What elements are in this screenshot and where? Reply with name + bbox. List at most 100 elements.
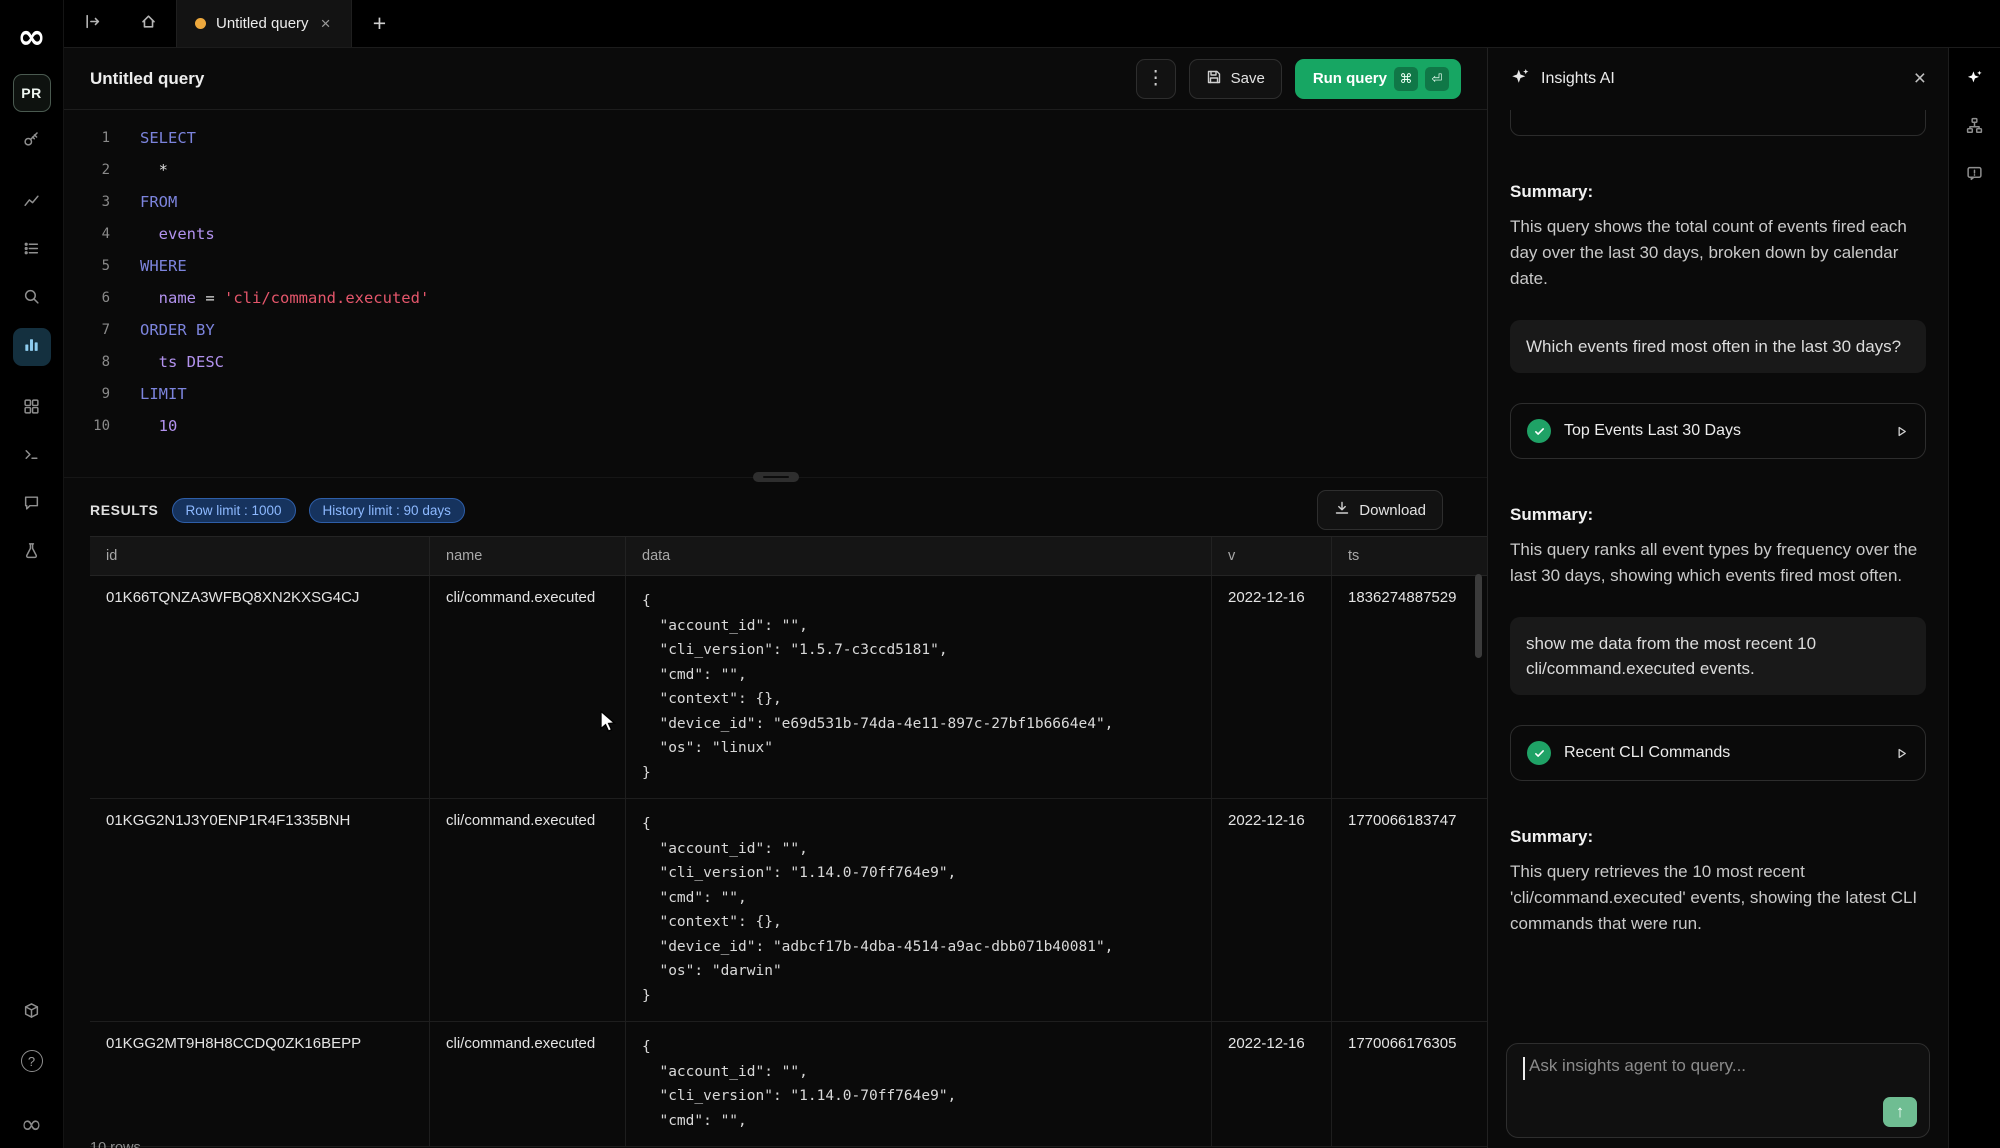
query-result-card[interactable]: Top Events Last 30 Days <box>1510 403 1926 459</box>
editor-line: 10 10 <box>64 410 1487 442</box>
sidebar-item-packages[interactable] <box>13 994 51 1032</box>
cell-id: 01KGG2N1J3Y0ENP1R4F1335BNH <box>90 799 430 1021</box>
sparkle-icon <box>1510 67 1530 92</box>
cell-name: cli/command.executed <box>430 1022 626 1146</box>
query-result-card[interactable]: Recent CLI Commands <box>1510 725 1926 781</box>
left-sidebar: ∞ PR ? <box>0 0 64 1148</box>
insights-scroll-area: Summary: This query shows the total coun… <box>1488 110 1948 1029</box>
body-row: Untitled query ⋮ Save Run query ⌘ ⏎ <box>64 48 2000 1148</box>
save-icon <box>1206 69 1222 89</box>
cell-v: 2022-12-16 <box>1212 799 1332 1021</box>
help-icon: ? <box>21 1050 43 1072</box>
editor-line: 2 * <box>64 154 1487 186</box>
sidebar-item-trends[interactable] <box>13 184 51 222</box>
column-header-name[interactable]: name <box>430 537 626 575</box>
flask-icon <box>23 542 40 564</box>
query-card-label: Recent CLI Commands <box>1564 744 1730 762</box>
row-limit-badge[interactable]: Row limit : 1000 <box>172 498 296 523</box>
tab-untitled-query[interactable]: Untitled query × <box>176 0 352 47</box>
row-count-label: 10 rows <box>90 1140 141 1148</box>
editor-results-divider <box>64 470 1487 484</box>
column-header-ts[interactable]: ts <box>1332 537 1487 575</box>
line-number: 10 <box>64 410 110 442</box>
summary-heading: Summary: <box>1510 182 1926 202</box>
sidebar-item-keys[interactable] <box>13 122 51 160</box>
play-icon[interactable] <box>1894 746 1909 761</box>
results-scrollbar[interactable] <box>1475 574 1482 658</box>
brand-logo-small-icon: ∞ <box>21 1110 43 1140</box>
unsaved-dot-icon <box>195 18 206 29</box>
schema-tree-icon <box>1966 117 1983 139</box>
package-icon <box>23 1002 40 1024</box>
sidebar-item-sql-editor[interactable] <box>13 328 51 366</box>
save-label: Save <box>1231 70 1265 87</box>
results-table: id name data v ts 01K66TQNZA3WFBQ8XN2KXS… <box>90 536 1487 1148</box>
table-header-row: id name data v ts <box>90 536 1487 576</box>
run-query-label: Run query <box>1313 70 1387 87</box>
table-row[interactable]: 01K66TQNZA3WFBQ8XN2KXSG4CJ cli/command.e… <box>90 576 1487 799</box>
sidebar-item-terminal[interactable] <box>13 438 51 476</box>
sql-editor[interactable]: 1SELECT 2 * 3FROM 4 events 5WHERE 6 name… <box>64 110 1487 470</box>
cell-v: 2022-12-16 <box>1212 576 1332 798</box>
key-icon <box>23 130 40 152</box>
sidebar-item-experiments[interactable] <box>13 534 51 572</box>
run-query-button[interactable]: Run query ⌘ ⏎ <box>1295 59 1461 99</box>
ask-agent-inputbox[interactable]: ↑ <box>1506 1043 1930 1138</box>
editor-line: 3FROM <box>64 186 1487 218</box>
save-button[interactable]: Save <box>1189 59 1282 99</box>
send-button[interactable]: ↑ <box>1883 1097 1917 1127</box>
cell-ts: 1770066183747 <box>1332 799 1487 1021</box>
column-header-v[interactable]: v <box>1212 537 1332 575</box>
cmd-key-icon: ⌘ <box>1394 67 1418 91</box>
line-number: 6 <box>64 282 110 314</box>
sidebar-item-apps[interactable] <box>13 390 51 428</box>
download-button[interactable]: Download <box>1317 490 1443 530</box>
strip-item-schema[interactable] <box>1956 109 1994 147</box>
success-check-icon <box>1527 419 1551 443</box>
column-header-id[interactable]: id <box>90 537 430 575</box>
user-message: Which events fired most often in the las… <box>1510 320 1926 373</box>
brand-logo-icon[interactable]: ∞ <box>17 0 45 74</box>
line-number: 3 <box>64 186 110 218</box>
strip-item-feedback[interactable] <box>1956 157 1994 195</box>
list-icon <box>23 240 40 262</box>
query-header: Untitled query ⋮ Save Run query ⌘ ⏎ <box>64 48 1487 110</box>
more-options-button[interactable]: ⋮ <box>1136 59 1176 99</box>
column-header-data[interactable]: data <box>626 537 1212 575</box>
app-window: ∞ PR ? <box>0 0 2000 1148</box>
results-toolbar: RESULTS Row limit : 1000 History limit :… <box>64 484 1487 536</box>
editor-line: 5WHERE <box>64 250 1487 282</box>
home-button[interactable] <box>120 0 176 47</box>
strip-item-insights-ai[interactable] <box>1956 61 1994 99</box>
table-row[interactable]: 01KGG2N1J3Y0ENP1R4F1335BNH cli/command.e… <box>90 799 1487 1022</box>
query-card-label: Top Events Last 30 Days <box>1564 422 1741 440</box>
sidebar-item-lists[interactable] <box>13 232 51 270</box>
play-icon[interactable] <box>1894 424 1909 439</box>
ask-agent-input[interactable] <box>1529 1056 1913 1076</box>
line-number: 8 <box>64 346 110 378</box>
insights-panel: Insights AI × Summary: This query shows … <box>1488 48 1948 1148</box>
summary-text: This query ranks all event types by freq… <box>1510 537 1926 589</box>
table-row[interactable]: 01KGG2MT9H8H8CCDQ0ZK16BEPP cli/command.e… <box>90 1022 1487 1147</box>
expand-panel-icon <box>84 13 101 35</box>
editor-line: 8 ts DESC <box>64 346 1487 378</box>
line-number: 1 <box>64 122 110 154</box>
user-message: show me data from the most recent 10 cli… <box>1510 617 1926 695</box>
resize-handle[interactable] <box>753 472 799 482</box>
summary-text: This query shows the total count of even… <box>1510 214 1926 292</box>
close-panel-icon[interactable]: × <box>1914 67 1926 91</box>
sidebar-item-help[interactable]: ? <box>13 1042 51 1080</box>
tab-close-icon[interactable]: × <box>319 14 333 34</box>
new-tab-button[interactable]: + <box>352 0 408 47</box>
editor-line: 7ORDER BY <box>64 314 1487 346</box>
right-icon-strip <box>1948 48 2000 1148</box>
previous-result-card[interactable] <box>1510 110 1926 136</box>
sidebar-item-explore[interactable] <box>13 280 51 318</box>
collapse-sidebar-button[interactable] <box>64 0 120 47</box>
summary-text: This query retrieves the 10 most recent … <box>1510 859 1926 937</box>
history-limit-badge[interactable]: History limit : 90 days <box>309 498 465 523</box>
bar-chart-icon <box>23 336 40 358</box>
line-number: 5 <box>64 250 110 282</box>
avatar[interactable]: PR <box>13 74 51 112</box>
sidebar-item-chat[interactable] <box>13 486 51 524</box>
